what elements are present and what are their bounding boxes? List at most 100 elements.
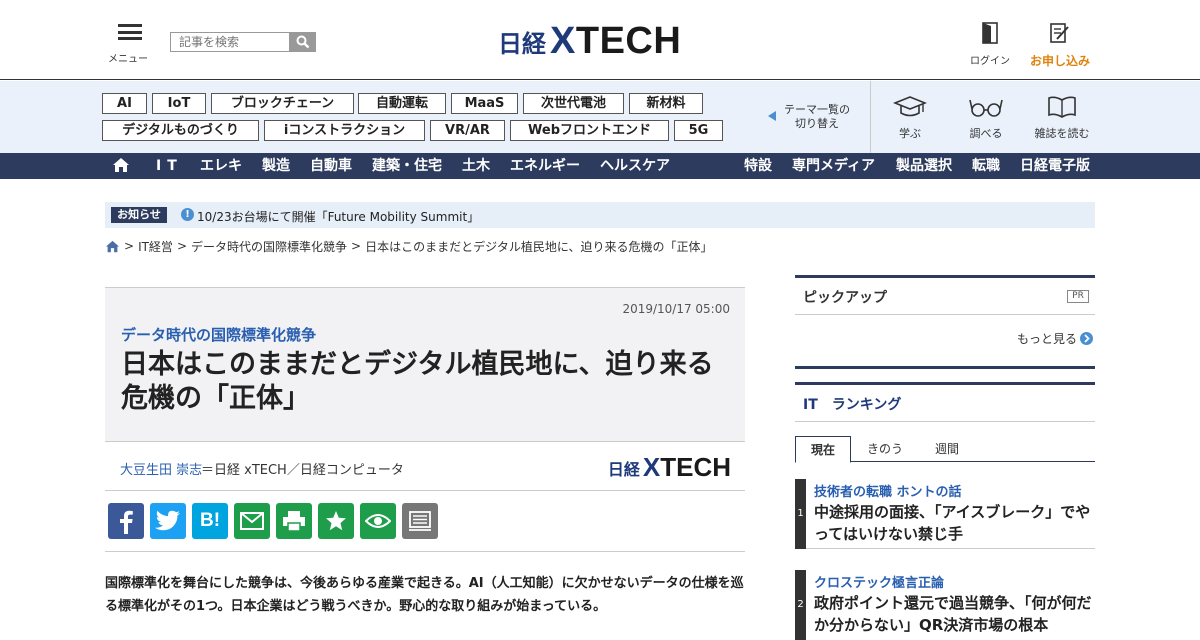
breadcrumb-sep: > — [124, 239, 135, 253]
breadcrumb-item-series[interactable]: データ時代の国際標準化競争 — [191, 238, 347, 255]
menu-button[interactable]: メニュー — [108, 22, 152, 65]
search-icon — [296, 35, 310, 49]
rank-title[interactable]: 中途採用の面接、「アイスブレーク」でやってはいけない禁じ手 — [814, 501, 1094, 545]
facebook-icon — [120, 510, 133, 534]
star-icon — [326, 511, 346, 531]
login-label: ログイン — [970, 56, 1010, 67]
theme-tag-ai[interactable]: AI — [102, 93, 147, 114]
rank-category[interactable]: 技術者の転職 ホントの話 — [814, 481, 962, 500]
magazine-button[interactable]: 雑誌を読む — [1027, 95, 1097, 141]
home-icon[interactable] — [105, 240, 120, 253]
tab-weekly[interactable]: 週間 — [919, 436, 975, 462]
search-button[interactable] — [290, 32, 316, 52]
theme-switch-button[interactable]: テーマ一覧の 切り替え — [766, 103, 856, 131]
rank-category[interactable]: クロステック極言正論 — [814, 572, 944, 591]
breadcrumb-item-it[interactable]: IT経営 — [138, 238, 173, 255]
theme-tag-autonomous[interactable]: 自動運転 — [358, 93, 446, 114]
notice-bar: お知らせ ! 10/23お台場にて開催「Future Mobility Summ… — [105, 202, 1095, 228]
form-pen-icon — [1050, 23, 1069, 43]
site-header: メニュー 日経 XTECH ログイン お申し込み — [0, 0, 1200, 80]
print-button[interactable] — [276, 503, 312, 539]
ranking-item[interactable]: 1 技術者の転職 ホントの話 中途採用の面接、「アイスブレーク」でやってはいけな… — [795, 479, 1095, 549]
door-icon — [982, 22, 998, 44]
tab-yesterday[interactable]: きのう — [857, 436, 913, 462]
site-logo[interactable]: 日経 XTECH — [498, 20, 681, 63]
mail-share-button[interactable] — [234, 503, 270, 539]
nav-energy[interactable]: エネルギー — [510, 153, 580, 179]
research-label: 調べる — [969, 127, 1003, 140]
theme-tag-iconstruction[interactable]: iコンストラクション — [264, 120, 425, 141]
tab-current[interactable]: 現在 — [795, 436, 851, 463]
facebook-share-button[interactable] — [108, 503, 144, 539]
triangle-left-icon — [768, 111, 776, 121]
theme-tag-5g[interactable]: 5G — [674, 120, 723, 141]
nav-electronics[interactable]: エレキ — [200, 153, 242, 179]
more-label: もっと見る — [1016, 332, 1077, 346]
learn-button[interactable]: 学ぶ — [875, 95, 945, 141]
nav-it[interactable]: IT — [156, 153, 183, 179]
nav-nikkei-digital[interactable]: 日経電子版 — [1020, 153, 1090, 179]
watch-button[interactable] — [360, 503, 396, 539]
pr-badge: PR — [1067, 290, 1089, 303]
learn-label: 学ぶ — [899, 127, 921, 140]
rank-number: 1 — [795, 479, 806, 549]
article-lead: 国際標準化を舞台にした競争は、今後あらゆる産業で起きる。AI（人工知能）に欠かせ… — [105, 576, 744, 614]
theme-tag-battery[interactable]: 次世代電池 — [523, 93, 624, 114]
theme-tag-maas[interactable]: MaaS — [451, 93, 518, 114]
mail-icon — [240, 512, 264, 530]
nav-media[interactable]: 専門メディア — [792, 153, 875, 179]
home-icon — [113, 158, 129, 172]
article-series[interactable]: データ時代の国際標準化競争 — [121, 324, 316, 345]
theme-tag-vrar[interactable]: VR/AR — [430, 120, 505, 141]
twitter-share-button[interactable] — [150, 503, 186, 539]
nav-special[interactable]: 特設 — [744, 153, 772, 179]
nav-civil[interactable]: 土木 — [462, 153, 490, 179]
notice-badge: お知らせ — [111, 207, 167, 223]
login-button[interactable]: ログイン — [966, 22, 1014, 67]
nav-healthcare[interactable]: ヘルスケア — [600, 153, 670, 179]
hatena-share-button[interactable]: B! — [192, 503, 228, 539]
byline-logo: 日経 XTECH — [607, 452, 731, 482]
ranking-tabs: 現在 きのう 週間 — [795, 436, 1095, 463]
nav-manufacturing[interactable]: 製造 — [262, 153, 290, 179]
publication: ＝日経 xTECH／日経コンピュータ — [201, 463, 404, 478]
graduation-cap-icon — [892, 96, 928, 117]
theme-tag-blockchain[interactable]: ブロックチェーン — [211, 93, 354, 114]
glasses-icon — [969, 99, 1003, 117]
nav-jobs[interactable]: 転職 — [972, 153, 1000, 179]
theme-tag-web-frontend[interactable]: Webフロントエンド — [510, 120, 669, 141]
search-input[interactable] — [170, 32, 290, 52]
theme-tag-iot[interactable]: IoT — [152, 93, 206, 114]
byline: 大豆生田 崇志 ＝日経 xTECH／日経コンピュータ 日経 XTECH — [105, 441, 745, 491]
apply-button[interactable]: お申し込み — [1026, 22, 1094, 69]
research-button[interactable]: 調べる — [951, 95, 1021, 141]
theme-tag-digital-mfg[interactable]: デジタルものづくり — [102, 120, 259, 141]
open-book-icon — [1048, 96, 1076, 118]
apply-label: お申し込み — [1029, 54, 1090, 68]
breadcrumb-item-current: 日本はこのままだとデジタル植民地に、迫り来る危機の「正体」 — [365, 239, 713, 254]
memo-button[interactable] — [402, 503, 438, 539]
breadcrumb: > IT経営 > データ時代の国際標準化競争 > 日本はこのままだとデジタル植民… — [105, 238, 716, 254]
author-link[interactable]: 大豆生田 崇志 — [120, 459, 202, 478]
logo-xtech: XTECH — [550, 20, 682, 62]
favorite-button[interactable] — [318, 503, 354, 539]
chevron-right-icon — [1080, 332, 1093, 345]
theme-switch-line2: 切り替え — [795, 117, 839, 130]
nav-products[interactable]: 製品選択 — [896, 153, 952, 179]
article-date: 2019/10/17 05:00 — [622, 302, 730, 316]
hatena-icon: B! — [199, 510, 221, 531]
main-nav: IT エレキ 製造 自動車 建築・住宅 土木 エネルギー ヘルスケア 特設 専門… — [0, 153, 1200, 179]
eye-icon — [365, 514, 391, 528]
theme-tag-materials[interactable]: 新材料 — [629, 93, 703, 114]
search-box — [170, 32, 316, 52]
magazine-label: 雑誌を読む — [1034, 127, 1090, 140]
printer-icon — [283, 511, 305, 532]
nav-automotive[interactable]: 自動車 — [310, 153, 352, 179]
nav-home[interactable] — [112, 153, 130, 179]
notice-link[interactable]: 10/23お台場にて開催「Future Mobility Summit」 — [197, 208, 479, 225]
exclamation-icon: ! — [181, 208, 194, 221]
pickup-more-link[interactable]: もっと見る — [1017, 330, 1093, 347]
rank-title[interactable]: 政府ポイント還元で過当競争、「何が何だか分からない」QR決済市場の根本 — [814, 592, 1094, 636]
article-title: 日本はこのままだとデジタル植民地に、迫り来る危機の「正体」 — [121, 349, 714, 414]
nav-architecture[interactable]: 建築・住宅 — [372, 153, 442, 179]
